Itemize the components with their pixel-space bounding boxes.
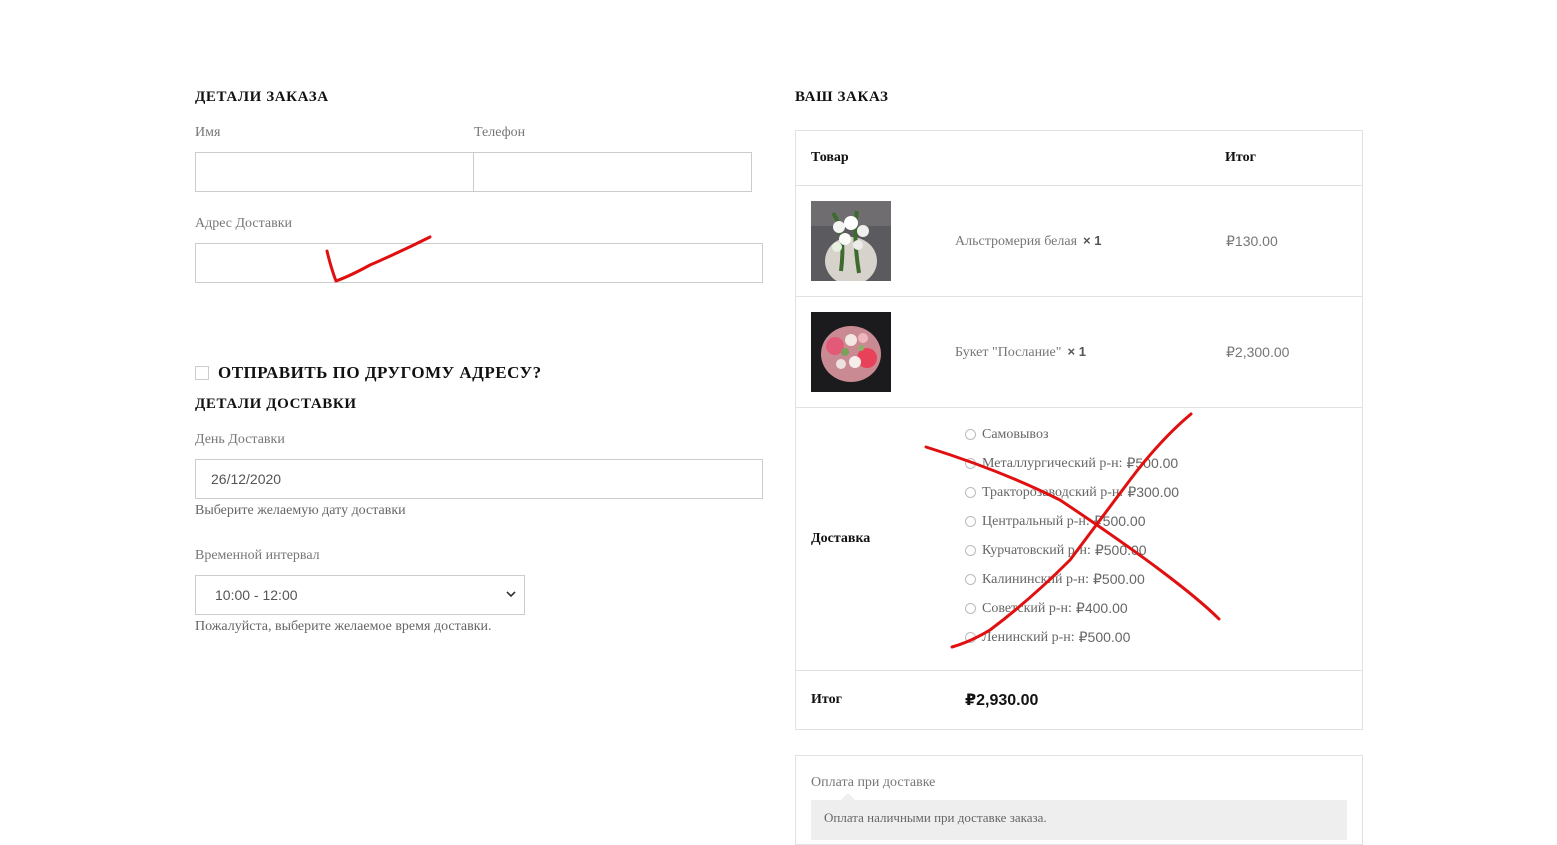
shipping-option[interactable]: Калининский р-н: ₽500.00: [965, 565, 1179, 594]
billing-title: ДЕТАЛИ ЗАКАЗА: [195, 89, 329, 105]
phone-field[interactable]: [473, 152, 752, 192]
order-title: ВАШ ЗАКАЗ: [795, 89, 889, 105]
order-item-name: Альстромерия белая: [955, 234, 1078, 249]
order-item-1: Альстромерия белая × 1: [955, 233, 1101, 250]
chevron-down-icon: [506, 591, 516, 598]
ship-different-checkbox[interactable]: [195, 366, 209, 380]
order-item-qty: × 1: [1067, 344, 1086, 359]
payment-method-label[interactable]: Оплата при доставке: [811, 775, 935, 791]
phone-label: Телефон: [474, 125, 526, 140]
total-label: Итог: [811, 692, 842, 707]
shipping-option[interactable]: Тракторозаводский р-н: ₽300.00: [965, 478, 1179, 507]
payment-description: Оплата наличными при доставке заказа.: [811, 800, 1347, 840]
radio-button[interactable]: [965, 487, 976, 498]
shipping-option[interactable]: Металлургический р-н: ₽500.00: [965, 449, 1179, 478]
row-divider: [796, 185, 1362, 186]
row-divider: [796, 296, 1362, 297]
interval-select[interactable]: 10:00 - 12:00: [195, 575, 525, 615]
delivery-day-hint: Выберите желаемую дату доставки: [195, 503, 406, 518]
order-item-price: ₽130.00: [1226, 233, 1278, 249]
product-image-bouquet-poslanie[interactable]: [811, 312, 891, 392]
shipping-options: Самовывоз Металлургический р-н: ₽500.00 Т…: [965, 420, 1179, 652]
col-product-header: Товар: [811, 150, 849, 165]
radio-button[interactable]: [965, 516, 976, 527]
radio-button[interactable]: [965, 603, 976, 614]
order-item-qty: × 1: [1083, 233, 1102, 248]
shipping-option[interactable]: Самовывоз: [965, 420, 1179, 449]
shipping-option[interactable]: Ленинский р-н: ₽500.00: [965, 623, 1179, 652]
name-field[interactable]: [195, 152, 474, 192]
row-divider: [796, 670, 1362, 671]
radio-button[interactable]: [965, 574, 976, 585]
order-item-name: Букет "Послание": [955, 345, 1062, 360]
interval-label: Временной интервал: [195, 548, 320, 563]
radio-button[interactable]: [965, 632, 976, 643]
delivery-day-label: День Доставки: [195, 432, 285, 447]
interval-value: 10:00 - 12:00: [215, 587, 298, 603]
radio-button[interactable]: [965, 429, 976, 440]
row-divider: [796, 407, 1362, 408]
radio-button[interactable]: [965, 458, 976, 469]
delivery-title: ДЕТАЛИ ДОСТАВКИ: [195, 396, 357, 412]
shipping-label: Доставка: [811, 531, 871, 546]
interval-hint: Пожалуйста, выберите желаемое время дост…: [195, 619, 492, 634]
name-label: Имя: [195, 125, 221, 140]
address-label: Адрес Доставки: [195, 216, 293, 231]
delivery-day-input[interactable]: 26/12/2020: [195, 459, 763, 499]
radio-button[interactable]: [965, 545, 976, 556]
order-item-price: ₽2,300.00: [1226, 344, 1290, 360]
address-field[interactable]: [195, 243, 763, 283]
product-image-alstroemeria[interactable]: [811, 201, 891, 281]
ship-different-label[interactable]: ОТПРАВИТЬ ПО ДРУГОМУ АДРЕСУ?: [218, 363, 542, 383]
delivery-day-value: 26/12/2020: [211, 471, 282, 487]
order-item-2: Букет "Послание" × 1: [955, 344, 1086, 361]
shipping-option[interactable]: Центральный р-н: ₽500.00: [965, 507, 1179, 536]
shipping-option[interactable]: Курчатовский р-н: ₽500.00: [965, 536, 1179, 565]
col-total-header: Итог: [1225, 150, 1256, 165]
shipping-option[interactable]: Советский р-н: ₽400.00: [965, 594, 1179, 623]
total-value: ₽2,930.00: [965, 692, 1039, 709]
